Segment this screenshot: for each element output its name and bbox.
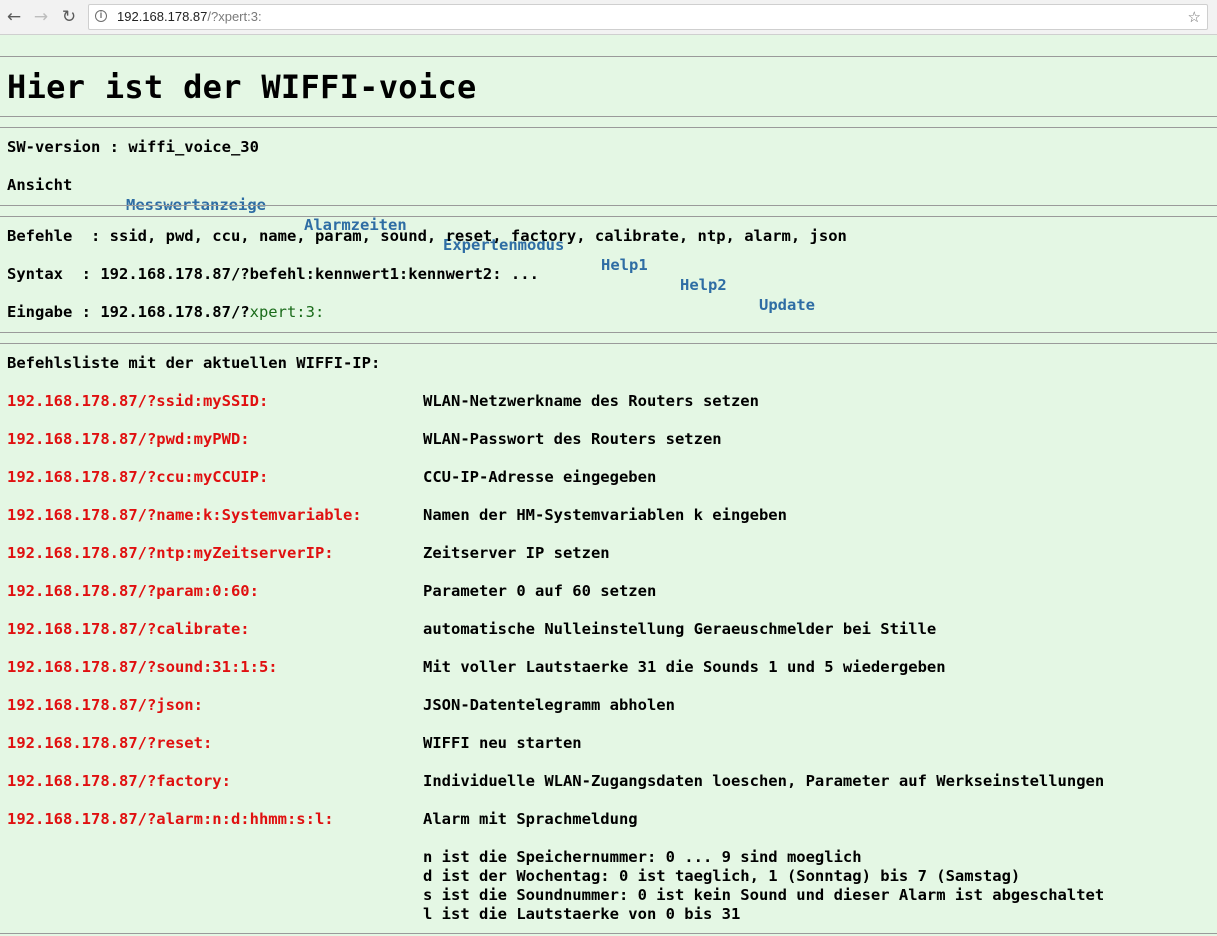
bookmark-star-icon[interactable]: ☆ xyxy=(1188,5,1201,29)
command-link[interactable]: 192.168.178.87/?alarm:n:d:hhmm:s:l: xyxy=(7,809,334,829)
divider xyxy=(0,933,1217,934)
command-description: WIFFI neu starten xyxy=(423,734,582,752)
reload-icon[interactable]: ↻ xyxy=(59,6,79,28)
url-text: 192.168.178.87/?xpert:3: xyxy=(117,5,262,29)
command-description: JSON-Datentelegramm abholen xyxy=(423,696,675,714)
command-description: Namen der HM-Systemvariablen k eingeben xyxy=(423,506,787,524)
command-link[interactable]: 192.168.178.87/?ssid:mySSID: xyxy=(7,391,268,411)
alarm-detail-n: n ist die Speichernummer: 0 ... 9 sind m… xyxy=(423,848,862,866)
command-link[interactable]: 192.168.178.87/?name:k:Systemvariable: xyxy=(7,505,362,525)
divider xyxy=(0,56,1217,57)
alarm-detail-s: s ist die Soundnummer: 0 ist kein Sound … xyxy=(423,886,1105,904)
command-link[interactable]: 192.168.178.87/?factory: xyxy=(7,771,231,791)
alarm-detail-l: l ist die Lautstaerke von 0 bis 31 xyxy=(423,905,741,923)
command-link[interactable]: 192.168.178.87/?ntp:myZeitserverIP: xyxy=(7,543,334,563)
eingabe-line: Eingabe : 192.168.178.87/?xpert:3: xyxy=(7,302,324,322)
alarm-detail-d: d ist der Wochentag: 0 ist taeglich, 1 (… xyxy=(423,867,1021,885)
command-description: Mit voller Lautstaerke 31 die Sounds 1 u… xyxy=(423,658,946,676)
command-description: Individuelle WLAN-Zugangsdaten loeschen,… xyxy=(423,772,1105,790)
divider xyxy=(0,205,1217,206)
command-link[interactable]: 192.168.178.87/?sound:31:1:5: xyxy=(7,657,278,677)
divider xyxy=(0,127,1217,128)
command-link[interactable]: 192.168.178.87/?pwd:myPWD: xyxy=(7,429,250,449)
command-description: WLAN-Passwort des Routers setzen xyxy=(423,430,722,448)
url-path: /?xpert:3: xyxy=(207,9,262,24)
command-link[interactable]: 192.168.178.87/?ccu:myCCUIP: xyxy=(7,467,268,487)
forward-arrow-icon[interactable]: → xyxy=(31,6,51,28)
command-description: Parameter 0 auf 60 setzen xyxy=(423,582,657,600)
nav-update[interactable]: Update xyxy=(759,295,815,315)
command-description: Alarm mit Sprachmeldung xyxy=(423,810,638,828)
divider xyxy=(0,116,1217,117)
nav-help2[interactable]: Help2 xyxy=(680,275,727,295)
befehle-line: Befehle : ssid, pwd, ccu, name, param, s… xyxy=(7,227,847,245)
command-link[interactable]: 192.168.178.87/?reset: xyxy=(7,733,212,753)
command-description: Zeitserver IP setzen xyxy=(423,544,610,562)
nav-help1[interactable]: Help1 xyxy=(601,255,648,275)
divider xyxy=(0,216,1217,217)
info-icon[interactable]: i xyxy=(95,10,107,22)
page-title: Hier ist der WIFFI-voice xyxy=(7,68,477,106)
eingabe-prefix: Eingabe : 192.168.178.87/? xyxy=(7,303,250,321)
back-arrow-icon[interactable]: ← xyxy=(4,6,24,28)
command-description: WLAN-Netzwerkname des Routers setzen xyxy=(423,392,759,410)
ansicht-label: Ansicht xyxy=(7,176,73,194)
befehlsliste-heading: Befehlsliste mit der aktuellen WIFFI-IP: xyxy=(7,354,381,372)
divider xyxy=(0,332,1217,333)
command-description: automatische Nulleinstellung Geraeuschme… xyxy=(423,620,937,638)
command-link[interactable]: 192.168.178.87/?json: xyxy=(7,695,203,715)
command-link[interactable]: 192.168.178.87/?param:0:60: xyxy=(7,581,259,601)
divider xyxy=(0,343,1217,344)
browser-toolbar: ← → ↻ i 192.168.178.87/?xpert:3: ☆ xyxy=(0,0,1217,35)
address-bar[interactable]: i 192.168.178.87/?xpert:3: ☆ xyxy=(88,4,1208,30)
url-host: 192.168.178.87 xyxy=(117,9,208,24)
sw-version: SW-version : wiffi_voice_30 xyxy=(7,138,259,156)
command-link[interactable]: 192.168.178.87/?calibrate: xyxy=(7,619,250,639)
syntax-line: Syntax : 192.168.178.87/?befehl:kennwert… xyxy=(7,265,539,283)
command-description: CCU-IP-Adresse eingegeben xyxy=(423,468,657,486)
eingabe-value: xpert:3: xyxy=(249,303,325,321)
